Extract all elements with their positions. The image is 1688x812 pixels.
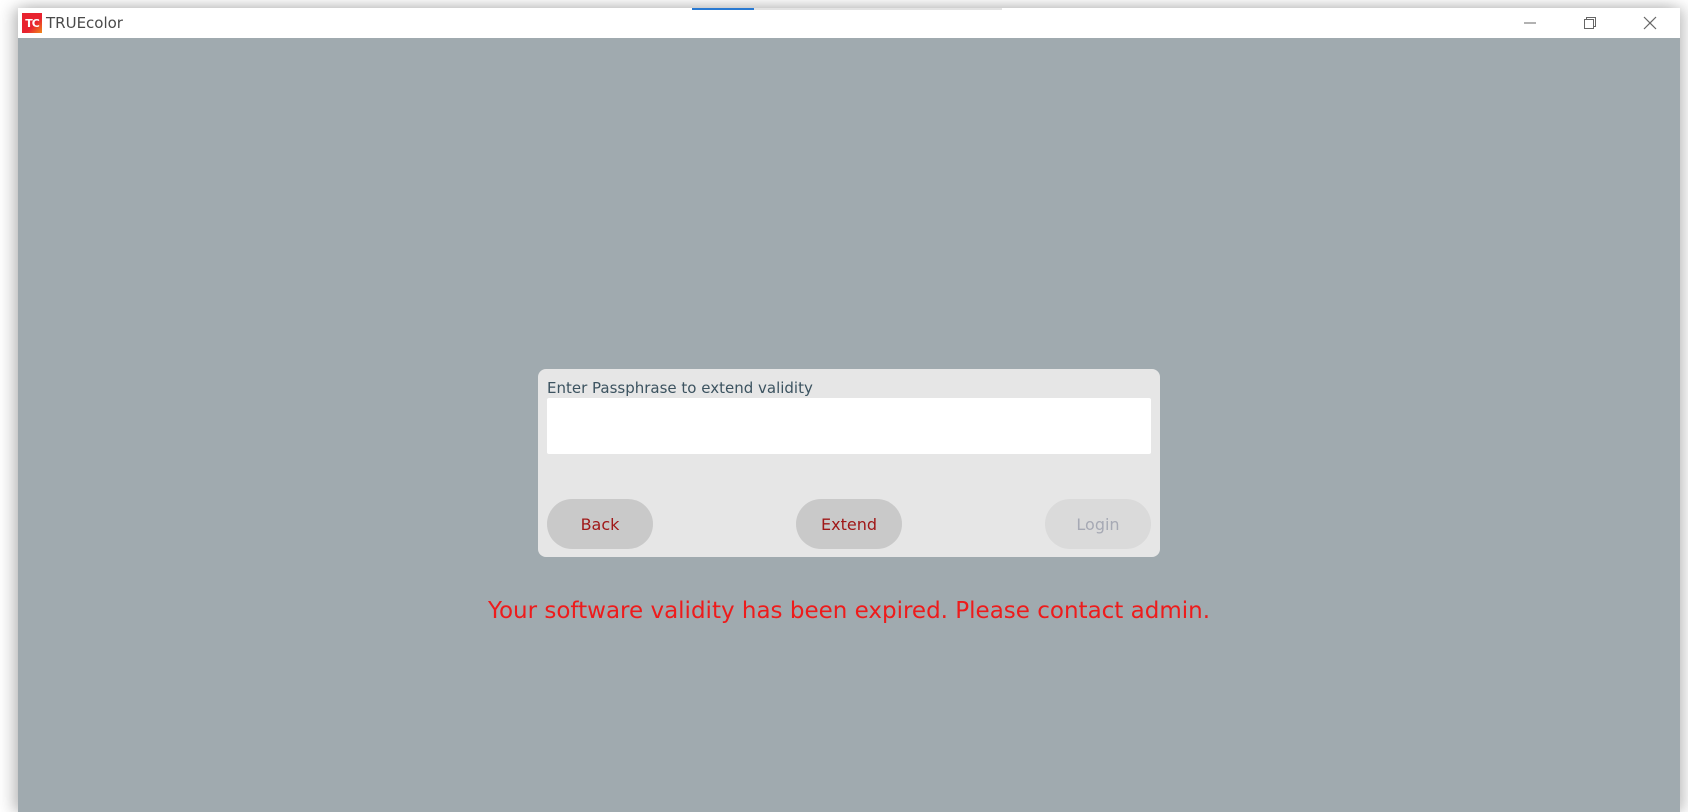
minimize-icon [1524, 22, 1536, 24]
title-bar[interactable]: TC TRUEcolor [18, 8, 1680, 38]
close-icon [1643, 16, 1657, 30]
minimize-button[interactable] [1500, 8, 1560, 38]
window-controls [1500, 8, 1680, 38]
main-content: Enter Passphrase to extend validity Back… [18, 38, 1680, 812]
login-button[interactable]: Login [1045, 499, 1151, 549]
close-button[interactable] [1620, 8, 1680, 38]
passphrase-input[interactable] [547, 398, 1151, 454]
loading-progress-fill [692, 8, 754, 10]
restore-icon [1584, 17, 1596, 29]
extend-button[interactable]: Extend [796, 499, 902, 549]
loading-progress-bar [692, 8, 1002, 10]
extend-validity-dialog: Enter Passphrase to extend validity Back… [538, 369, 1160, 557]
window-title: TRUEcolor [46, 14, 123, 32]
back-button[interactable]: Back [547, 499, 653, 549]
passphrase-label: Enter Passphrase to extend validity [547, 379, 813, 397]
restore-button[interactable] [1560, 8, 1620, 38]
app-logo-icon: TC [22, 13, 42, 33]
error-message: Your software validity has been expired.… [487, 598, 1211, 624]
app-window: TC TRUEcolor Enter Passphrase to extend … [18, 8, 1680, 812]
